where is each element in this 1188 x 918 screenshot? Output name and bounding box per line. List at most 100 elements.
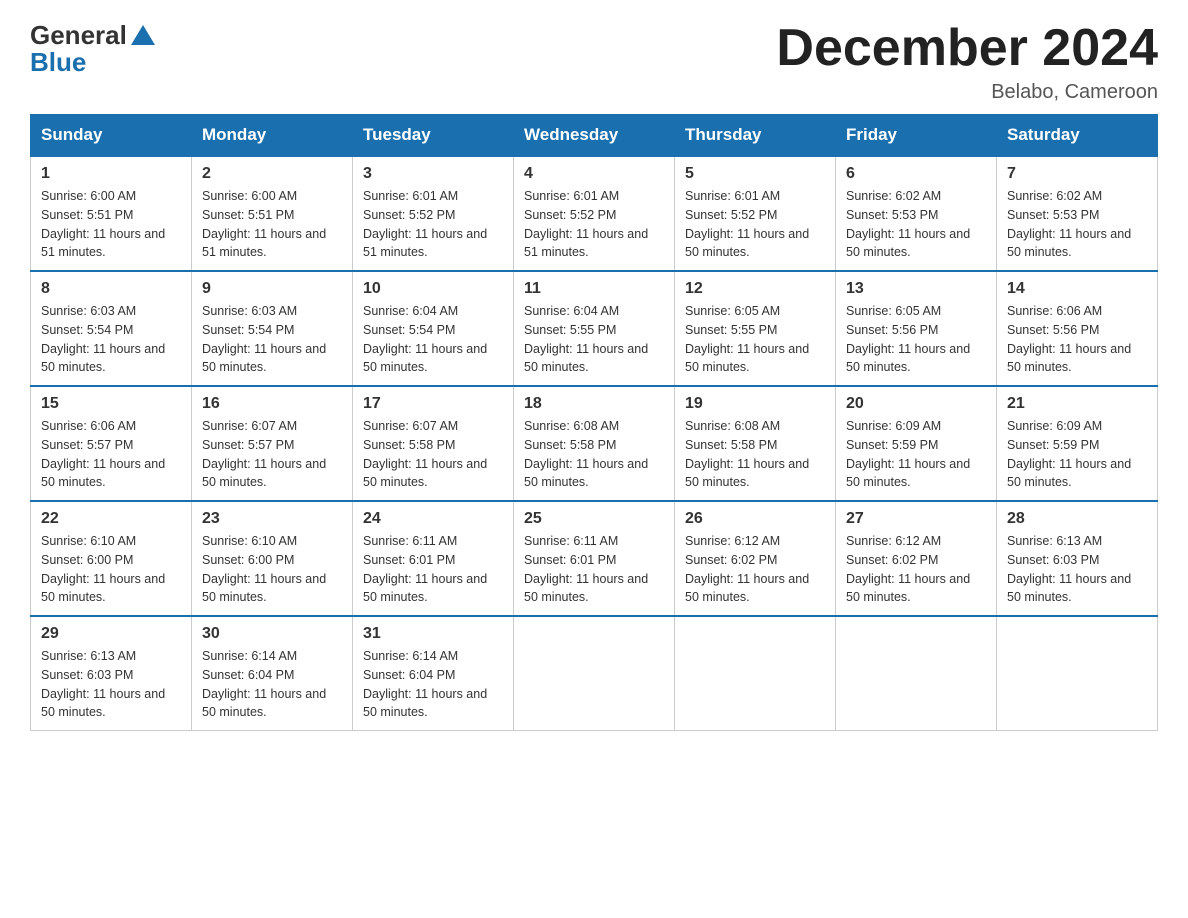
logo-triangle-icon xyxy=(131,25,155,45)
calendar-day-cell: 28Sunrise: 6:13 AMSunset: 6:03 PMDayligh… xyxy=(997,501,1158,616)
day-info: Sunrise: 6:00 AMSunset: 5:51 PMDaylight:… xyxy=(202,187,342,262)
day-info: Sunrise: 6:04 AMSunset: 5:55 PMDaylight:… xyxy=(524,302,664,377)
day-number: 17 xyxy=(363,395,503,413)
day-number: 22 xyxy=(41,510,181,528)
calendar-week-row: 1Sunrise: 6:00 AMSunset: 5:51 PMDaylight… xyxy=(31,156,1158,271)
calendar-day-cell: 18 Sunrise: 6:08 AMSunset: 5:58 PMDayligh… xyxy=(514,386,675,501)
header-monday: Monday xyxy=(192,115,353,157)
calendar-week-row: 15 Sunrise: 6:06 AMSunset: 5:57 PMDayligh… xyxy=(31,386,1158,501)
calendar-day-cell: 4 Sunrise: 6:01 AMSunset: 5:52 PMDaylight… xyxy=(514,156,675,271)
calendar-day-cell: 17 Sunrise: 6:07 AMSunset: 5:58 PMDayligh… xyxy=(353,386,514,501)
day-info: Sunrise: 6:01 AMSunset: 5:52 PMDaylight:… xyxy=(363,187,503,262)
day-info: Sunrise: 6:05 AMSunset: 5:55 PMDaylight:… xyxy=(685,302,825,377)
day-info: Sunrise: 6:07 AMSunset: 5:58 PMDaylight:… xyxy=(363,417,503,492)
calendar-day-cell: 3Sunrise: 6:01 AMSunset: 5:52 PMDaylight… xyxy=(353,156,514,271)
calendar-day-cell xyxy=(997,616,1158,731)
calendar-day-cell: 14Sunrise: 6:06 AMSunset: 5:56 PMDayligh… xyxy=(997,271,1158,386)
day-info: Sunrise: 6:11 AMSunset: 6:01 PMDaylight:… xyxy=(524,532,664,607)
calendar-week-row: 29 Sunrise: 6:13 AMSunset: 6:03 PMDayligh… xyxy=(31,616,1158,731)
day-number: 27 xyxy=(846,510,986,528)
calendar-day-cell: 26Sunrise: 6:12 AMSunset: 6:02 PMDayligh… xyxy=(675,501,836,616)
header-wednesday: Wednesday xyxy=(514,115,675,157)
calendar-day-cell: 31Sunrise: 6:14 AMSunset: 6:04 PMDayligh… xyxy=(353,616,514,731)
header-thursday: Thursday xyxy=(675,115,836,157)
calendar-day-cell: 13 Sunrise: 6:05 AMSunset: 5:56 PMDayligh… xyxy=(836,271,997,386)
day-number: 11 xyxy=(524,280,664,298)
day-info: Sunrise: 6:08 AMSunset: 5:58 PMDaylight:… xyxy=(524,417,664,492)
calendar-day-cell: 29 Sunrise: 6:13 AMSunset: 6:03 PMDayligh… xyxy=(31,616,192,731)
day-number: 20 xyxy=(846,395,986,413)
day-info: Sunrise: 6:05 AMSunset: 5:56 PMDaylight:… xyxy=(846,302,986,377)
calendar-day-cell: 22 Sunrise: 6:10 AMSunset: 6:00 PMDayligh… xyxy=(31,501,192,616)
day-number: 21 xyxy=(1007,395,1147,413)
day-number: 8 xyxy=(41,280,181,298)
day-number: 29 xyxy=(41,625,181,643)
day-info: Sunrise: 6:04 AMSunset: 5:54 PMDaylight:… xyxy=(363,302,503,377)
calendar-day-cell xyxy=(675,616,836,731)
day-info: Sunrise: 6:10 AMSunset: 6:00 PMDaylight:… xyxy=(41,532,181,607)
day-info: Sunrise: 6:13 AMSunset: 6:03 PMDaylight:… xyxy=(1007,532,1147,607)
calendar-week-row: 8 Sunrise: 6:03 AMSunset: 5:54 PMDaylight… xyxy=(31,271,1158,386)
logo-blue-text: Blue xyxy=(30,47,86,78)
day-number: 9 xyxy=(202,280,342,298)
day-number: 25 xyxy=(524,510,664,528)
day-number: 24 xyxy=(363,510,503,528)
day-info: Sunrise: 6:09 AMSunset: 5:59 PMDaylight:… xyxy=(846,417,986,492)
day-info: Sunrise: 6:12 AMSunset: 6:02 PMDaylight:… xyxy=(846,532,986,607)
day-number: 4 xyxy=(524,165,664,183)
calendar-day-cell: 12 Sunrise: 6:05 AMSunset: 5:55 PMDayligh… xyxy=(675,271,836,386)
calendar-day-cell: 15 Sunrise: 6:06 AMSunset: 5:57 PMDayligh… xyxy=(31,386,192,501)
calendar-day-cell: 8 Sunrise: 6:03 AMSunset: 5:54 PMDaylight… xyxy=(31,271,192,386)
header-friday: Friday xyxy=(836,115,997,157)
day-number: 12 xyxy=(685,280,825,298)
day-number: 13 xyxy=(846,280,986,298)
calendar-day-cell: 21Sunrise: 6:09 AMSunset: 5:59 PMDayligh… xyxy=(997,386,1158,501)
day-info: Sunrise: 6:14 AMSunset: 6:04 PMDaylight:… xyxy=(202,647,342,722)
calendar-day-cell: 6 Sunrise: 6:02 AMSunset: 5:53 PMDaylight… xyxy=(836,156,997,271)
calendar-day-cell: 9 Sunrise: 6:03 AMSunset: 5:54 PMDaylight… xyxy=(192,271,353,386)
calendar-day-cell: 1Sunrise: 6:00 AMSunset: 5:51 PMDaylight… xyxy=(31,156,192,271)
day-info: Sunrise: 6:13 AMSunset: 6:03 PMDaylight:… xyxy=(41,647,181,722)
day-number: 16 xyxy=(202,395,342,413)
day-info: Sunrise: 6:01 AMSunset: 5:52 PMDaylight:… xyxy=(685,187,825,262)
calendar-day-cell: 19Sunrise: 6:08 AMSunset: 5:58 PMDayligh… xyxy=(675,386,836,501)
day-info: Sunrise: 6:06 AMSunset: 5:56 PMDaylight:… xyxy=(1007,302,1147,377)
calendar-day-cell: 27 Sunrise: 6:12 AMSunset: 6:02 PMDayligh… xyxy=(836,501,997,616)
calendar-day-cell: 24 Sunrise: 6:11 AMSunset: 6:01 PMDayligh… xyxy=(353,501,514,616)
day-number: 23 xyxy=(202,510,342,528)
day-info: Sunrise: 6:03 AMSunset: 5:54 PMDaylight:… xyxy=(202,302,342,377)
day-number: 5 xyxy=(685,165,825,183)
title-section: December 2024 Belabo, Cameroon xyxy=(776,20,1158,104)
day-number: 10 xyxy=(363,280,503,298)
day-info: Sunrise: 6:11 AMSunset: 6:01 PMDaylight:… xyxy=(363,532,503,607)
header-tuesday: Tuesday xyxy=(353,115,514,157)
day-info: Sunrise: 6:10 AMSunset: 6:00 PMDaylight:… xyxy=(202,532,342,607)
day-info: Sunrise: 6:03 AMSunset: 5:54 PMDaylight:… xyxy=(41,302,181,377)
day-number: 19 xyxy=(685,395,825,413)
calendar-day-cell: 10 Sunrise: 6:04 AMSunset: 5:54 PMDayligh… xyxy=(353,271,514,386)
day-info: Sunrise: 6:06 AMSunset: 5:57 PMDaylight:… xyxy=(41,417,181,492)
day-number: 15 xyxy=(41,395,181,413)
day-number: 7 xyxy=(1007,165,1147,183)
day-number: 6 xyxy=(846,165,986,183)
day-number: 18 xyxy=(524,395,664,413)
day-number: 2 xyxy=(202,165,342,183)
calendar-table: SundayMondayTuesdayWednesdayThursdayFrid… xyxy=(30,114,1158,731)
calendar-day-cell: 7Sunrise: 6:02 AMSunset: 5:53 PMDaylight… xyxy=(997,156,1158,271)
day-info: Sunrise: 6:01 AMSunset: 5:52 PMDaylight:… xyxy=(524,187,664,262)
calendar-day-cell: 20 Sunrise: 6:09 AMSunset: 5:59 PMDayligh… xyxy=(836,386,997,501)
day-info: Sunrise: 6:00 AMSunset: 5:51 PMDaylight:… xyxy=(41,187,181,262)
calendar-header-row: SundayMondayTuesdayWednesdayThursdayFrid… xyxy=(31,115,1158,157)
calendar-day-cell xyxy=(514,616,675,731)
header-sunday: Sunday xyxy=(31,115,192,157)
day-info: Sunrise: 6:12 AMSunset: 6:02 PMDaylight:… xyxy=(685,532,825,607)
month-title: December 2024 xyxy=(776,20,1158,77)
calendar-day-cell: 30 Sunrise: 6:14 AMSunset: 6:04 PMDayligh… xyxy=(192,616,353,731)
calendar-day-cell: 2 Sunrise: 6:00 AMSunset: 5:51 PMDaylight… xyxy=(192,156,353,271)
calendar-day-cell: 5 Sunrise: 6:01 AMSunset: 5:52 PMDaylight… xyxy=(675,156,836,271)
header-saturday: Saturday xyxy=(997,115,1158,157)
day-number: 30 xyxy=(202,625,342,643)
day-info: Sunrise: 6:07 AMSunset: 5:57 PMDaylight:… xyxy=(202,417,342,492)
day-info: Sunrise: 6:02 AMSunset: 5:53 PMDaylight:… xyxy=(846,187,986,262)
calendar-day-cell: 16 Sunrise: 6:07 AMSunset: 5:57 PMDayligh… xyxy=(192,386,353,501)
